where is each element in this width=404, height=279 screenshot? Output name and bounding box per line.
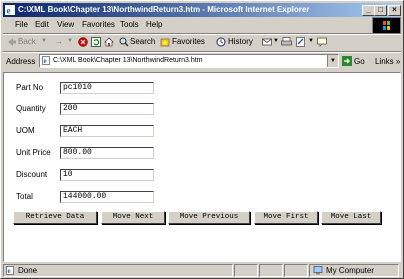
window-title: C:\XML Book\Chapter 13\NorthwindReturn3.… <box>18 5 310 14</box>
move-last-button[interactable]: Move Last <box>321 211 381 224</box>
status-text: Done <box>18 266 38 275</box>
favorites-icon[interactable] <box>160 37 170 47</box>
address-value: C:\XML Book\Chapter 13\NorthwindReturn3.… <box>53 57 203 64</box>
discount-input[interactable]: 10 <box>60 169 154 181</box>
back-dropdown-icon[interactable]: ▼ <box>41 38 47 44</box>
total-input[interactable]: 144000.00 <box>60 191 154 203</box>
title-bar[interactable]: e C:\XML Book\Chapter 13\NorthwindReturn… <box>3 3 401 17</box>
forward-dropdown-icon[interactable]: ▼ <box>67 38 73 44</box>
go-button[interactable]: Go <box>354 57 365 66</box>
menu-favorites[interactable]: Favorites <box>82 20 115 29</box>
address-bar: Address e C:\XML Book\Chapter 13\Northwi… <box>3 53 401 70</box>
links-button[interactable]: Links » <box>375 57 400 66</box>
menu-tools[interactable]: Tools <box>120 20 139 29</box>
ie-logo-icon: e <box>5 5 15 15</box>
back-arrow-icon <box>8 38 16 46</box>
address-dropdown-icon[interactable]: ▼ <box>327 55 338 67</box>
stop-icon[interactable] <box>78 37 88 47</box>
uom-input[interactable]: EACH <box>60 125 154 137</box>
move-first-button[interactable]: Move First <box>254 211 318 224</box>
menu-help[interactable]: Help <box>146 20 162 29</box>
page-done-icon: e <box>6 266 14 275</box>
svg-text:e: e <box>44 57 47 65</box>
discuss-icon[interactable] <box>317 37 327 47</box>
menu-file[interactable]: File <box>15 20 28 29</box>
forward-button[interactable]: → <box>55 37 63 46</box>
browser-window: e C:\XML Book\Chapter 13\NorthwindReturn… <box>0 0 404 279</box>
status-panel <box>284 264 308 277</box>
status-panel <box>259 264 283 277</box>
address-input[interactable]: e C:\XML Book\Chapter 13\NorthwindReturn… <box>39 54 339 68</box>
status-main-panel: e Done <box>3 264 233 277</box>
maximize-button[interactable]: □ <box>374 5 387 16</box>
page-content: Part No pc1010 Quantity 200 UOM EACH Uni… <box>3 72 401 262</box>
status-bar: e Done My Computer <box>3 263 401 277</box>
move-previous-button[interactable]: Move Previous <box>168 211 250 224</box>
search-button[interactable]: Search <box>130 37 155 46</box>
history-button[interactable]: History <box>228 37 253 46</box>
my-computer-icon <box>313 266 323 275</box>
standard-toolbar: Back ▼ → ▼ Search Favorites History ▼ ▼ <box>3 34 401 51</box>
total-label: Total <box>16 192 33 201</box>
edit-dropdown-icon[interactable]: ▼ <box>308 38 314 44</box>
refresh-icon[interactable] <box>91 37 101 47</box>
zone-text: My Computer <box>326 266 375 275</box>
mail-dropdown-icon[interactable]: ▼ <box>273 38 279 44</box>
retrieve-data-button[interactable]: Retrieve Data <box>13 211 97 224</box>
edit-icon[interactable] <box>296 37 306 47</box>
quantity-input[interactable]: 200 <box>60 103 154 115</box>
part-no-label: Part No <box>16 83 44 92</box>
windows-flag-icon <box>383 21 390 30</box>
favorites-button[interactable]: Favorites <box>172 37 205 46</box>
discount-label: Discount <box>16 170 48 179</box>
mail-icon[interactable] <box>262 37 272 47</box>
svg-text:e: e <box>7 6 11 16</box>
address-label: Address <box>6 57 36 66</box>
zone-panel: My Computer <box>309 264 399 277</box>
quantity-label: Quantity <box>16 104 46 113</box>
part-no-input[interactable]: pc1010 <box>60 82 154 94</box>
menu-edit[interactable]: Edit <box>35 20 49 29</box>
menu-view[interactable]: View <box>57 20 74 29</box>
status-panel <box>234 264 258 277</box>
menu-bar: File Edit View Favorites Tools Help <box>3 18 401 32</box>
go-arrow-icon[interactable] <box>342 56 352 66</box>
history-icon[interactable] <box>216 37 226 47</box>
page-icon: e <box>42 56 50 65</box>
move-next-button[interactable]: Move Next <box>101 211 165 224</box>
close-button[interactable]: × <box>388 5 401 16</box>
unit-price-input[interactable]: 800.00 <box>60 147 154 159</box>
svg-text:e: e <box>8 267 11 275</box>
home-icon[interactable] <box>104 37 114 47</box>
back-button[interactable]: Back <box>18 37 36 46</box>
print-icon[interactable] <box>281 37 292 47</box>
search-icon[interactable] <box>119 37 129 47</box>
unit-price-label: Unit Price <box>16 148 51 157</box>
uom-label: UOM <box>16 126 35 135</box>
